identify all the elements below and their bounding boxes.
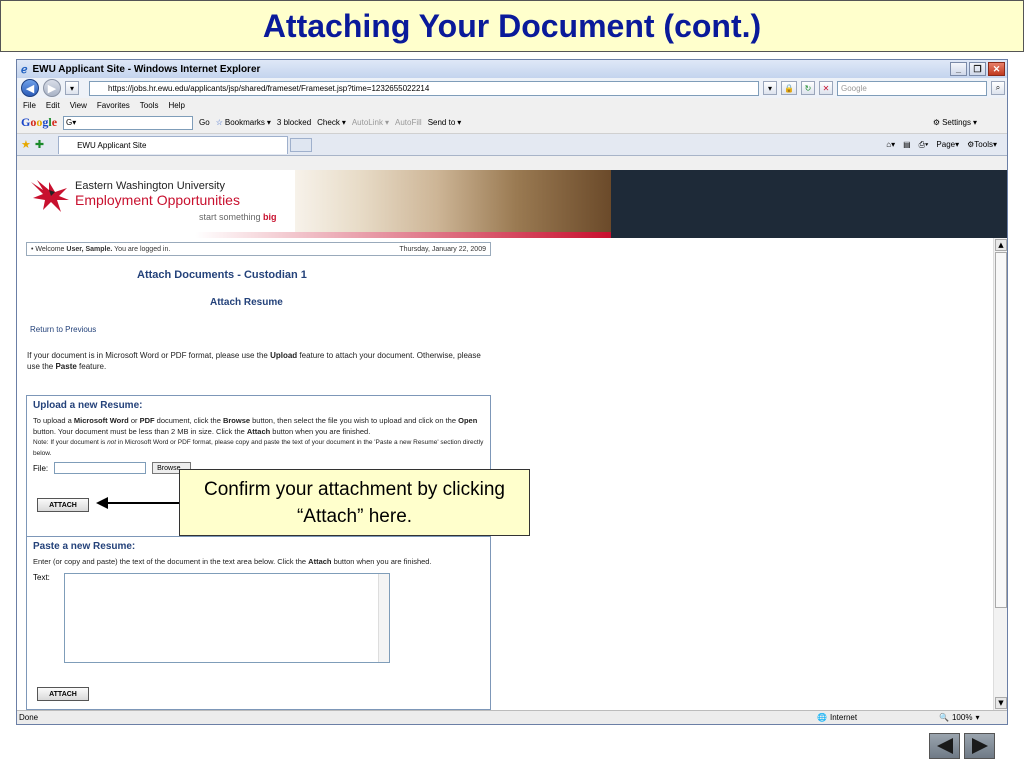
tab-ewu-applicant-site[interactable]: EWU Applicant Site — [58, 135, 289, 154]
upload-attach-button[interactable]: ATTACH — [37, 498, 89, 512]
browser-window: ℯ EWU Applicant Site - Windows Internet … — [16, 59, 1008, 725]
minimize-button[interactable]: _ — [950, 62, 967, 76]
add-favorites-icon[interactable]: ✚ — [35, 138, 44, 151]
menu-favorites[interactable]: Favorites — [97, 101, 130, 110]
textarea-scrollbar[interactable] — [377, 573, 389, 662]
lock-icon[interactable]: 🔒 — [781, 81, 797, 95]
url-dropdown-button[interactable]: ▾ — [763, 81, 777, 95]
popup-blocker-button[interactable]: 3 blocked — [277, 118, 311, 127]
scroll-thumb[interactable] — [995, 252, 1007, 608]
resume-form-box: Upload a new Resume: To upload a Microso… — [26, 395, 491, 710]
globe-icon: 🌐 — [817, 713, 827, 722]
banner-dark-panel — [611, 170, 1007, 238]
file-input[interactable] — [54, 462, 147, 474]
send-to-button[interactable]: Send to ▾ — [428, 118, 462, 127]
gear-icon: ⚙ — [932, 118, 941, 127]
text-row: Text: — [27, 568, 490, 663]
menu-tools[interactable]: Tools — [140, 101, 159, 110]
menu-view[interactable]: View — [70, 101, 87, 110]
slide-title: Attaching Your Document (cont.) — [0, 0, 1024, 52]
slide-navigation — [929, 733, 995, 759]
scroll-down-button[interactable]: ▼ — [995, 697, 1007, 709]
intro-text: If your document is in Microsoft Word or… — [27, 351, 481, 371]
slide: Attaching Your Document (cont.) ℯ EWU Ap… — [0, 0, 1024, 768]
site-banner: Eastern Washington University Employment… — [17, 170, 611, 238]
return-to-previous-link[interactable]: Return to Previous — [30, 325, 96, 334]
zoom-icon: 🔍 — [939, 713, 949, 722]
stop-icon[interactable]: ✕ — [818, 81, 833, 95]
paste-heading: Paste a new Resume: — [33, 541, 136, 552]
banner-stripe — [17, 232, 611, 238]
department-name: Employment Opportunities — [75, 192, 240, 208]
prev-slide-icon[interactable] — [929, 733, 960, 759]
back-icon[interactable]: ◀ — [21, 79, 39, 97]
upload-note: Note: If your document is not in Microso… — [33, 439, 484, 457]
window-controls: _ ❐ ✕ — [950, 62, 1007, 76]
forward-icon[interactable]: ▶ — [43, 79, 61, 97]
new-tab-button[interactable] — [290, 137, 313, 152]
resume-textarea[interactable] — [63, 572, 390, 663]
menu-edit[interactable]: Edit — [46, 101, 60, 110]
tab-bar: ★ ✚ EWU Applicant Site ⌂▾ ▤ ⎙▾ Page▾ ⚙To… — [17, 134, 1007, 156]
menu-file[interactable]: File — [23, 101, 36, 110]
status-text: Done — [19, 713, 39, 722]
upload-instructions: To upload a Microsoft Word or PDF docume… — [33, 416, 484, 457]
autolink-button[interactable]: AutoLink ▾ — [352, 118, 389, 127]
history-dropdown-button[interactable]: ▾ — [65, 81, 79, 95]
zoom-control[interactable]: 🔍 100% ▾ — [939, 713, 979, 722]
refresh-icon[interactable]: ↻ — [800, 81, 815, 95]
eagle-logo — [31, 180, 69, 212]
command-bar: ⌂▾ ▤ ⎙▾ Page▾ ⚙Tools▾ — [886, 140, 1007, 150]
search-input[interactable]: Google — [836, 80, 987, 96]
print-icon[interactable]: ⎙▾ — [919, 140, 929, 150]
address-bar: ◀ ▶ ▾ https://jobs.hr.ewu.edu/applicants… — [17, 78, 1007, 98]
google-toolbar: Google G▾ Go ☆ Bookmarks ▾ 3 blocked Check… — [17, 112, 1007, 134]
menu-help[interactable]: Help — [168, 101, 184, 110]
bookmarks-button[interactable]: ☆ Bookmarks ▾ — [216, 118, 271, 127]
paste-section: Paste a new Resume: Enter (or copy and p… — [27, 537, 490, 701]
feeds-icon[interactable]: ▤ — [903, 140, 911, 150]
paste-attach-button[interactable]: ATTACH — [37, 687, 89, 701]
upload-heading: Upload a new Resume: — [33, 400, 143, 411]
callout-box: Confirm your attachment by clicking “Att… — [179, 469, 530, 536]
callout-text: Confirm your attachment by clicking “Att… — [204, 478, 505, 527]
page-menu[interactable]: Page▾ — [936, 140, 959, 150]
restore-button[interactable]: ❐ — [969, 62, 986, 76]
favorites-star-icon[interactable]: ★ — [21, 138, 31, 151]
google-logo: Google — [21, 115, 58, 129]
current-date: Thursday, January 22, 2009 — [399, 245, 486, 253]
search-icon[interactable]: ⌕ — [990, 81, 1005, 95]
page-subtitle: Attach Resume — [210, 297, 283, 308]
scroll-up-button[interactable]: ▲ — [995, 239, 1007, 251]
status-bar: Done 🌐 Internet 🔍 100% ▾ — [17, 710, 1007, 724]
autofill-button[interactable]: AutoFill — [395, 118, 422, 127]
google-search-input[interactable]: G▾ — [63, 115, 194, 130]
slide-title-text: Attaching Your Document (cont.) — [262, 7, 762, 44]
home-icon[interactable]: ⌂▾ — [886, 140, 895, 150]
window-titlebar: ℯ EWU Applicant Site - Windows Internet … — [17, 60, 1007, 78]
paste-instructions: Enter (or copy and paste) the text of th… — [33, 557, 432, 566]
google-go-button[interactable]: Go — [199, 118, 210, 127]
campus-photo — [295, 170, 611, 238]
welcome-bar: • Welcome User, Sample. You are logged i… — [26, 242, 491, 256]
next-slide-icon[interactable] — [964, 733, 995, 759]
tools-menu[interactable]: ⚙Tools▾ — [967, 140, 997, 150]
page-content: Eastern Washington University Employment… — [17, 170, 1007, 710]
window-title: EWU Applicant Site - Windows Internet Ex… — [32, 63, 261, 75]
url-input[interactable]: https://jobs.hr.ewu.edu/applicants/jsp/s… — [89, 80, 759, 96]
university-name: Eastern Washington University — [75, 180, 225, 192]
text-label: Text: — [33, 572, 50, 582]
page-scrollbar[interactable]: ▲ ▼ — [993, 238, 1007, 710]
callout-arrow — [96, 497, 180, 509]
security-zone: 🌐 Internet — [817, 713, 858, 722]
menu-bar: File Edit View Favorites Tools Help — [17, 98, 1007, 112]
spell-check-button[interactable]: Check ▾ — [317, 118, 346, 127]
close-button[interactable]: ✕ — [988, 62, 1005, 76]
ie-logo-icon: ℯ — [21, 63, 28, 76]
star-icon: ☆ — [215, 118, 223, 127]
site-tagline: start something big — [199, 212, 277, 222]
page-title: Attach Documents - Custodian 1 — [137, 269, 307, 281]
toolbar-settings-button[interactable]: ⚙ Settings ▾ — [933, 118, 1007, 127]
file-label: File: — [33, 463, 49, 473]
